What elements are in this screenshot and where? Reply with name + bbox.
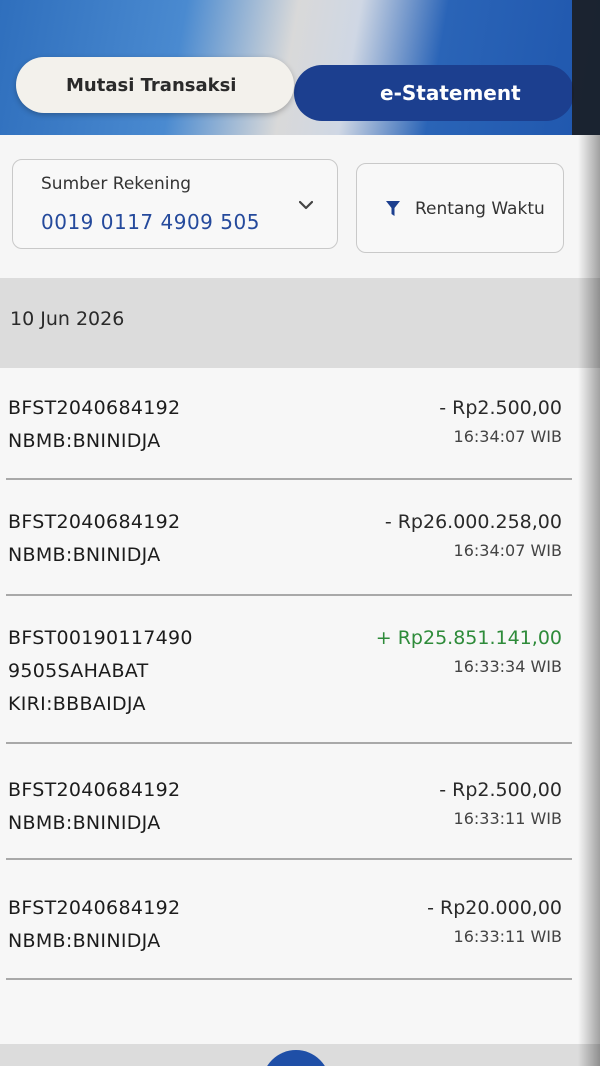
description-line: BFST00190117490: [8, 627, 193, 649]
description-line: KIRI:BBBAIDJA: [8, 693, 146, 715]
description-line: BFST2040684192: [8, 511, 181, 533]
transaction-time: 16:33:34 WIB: [453, 657, 562, 676]
transaction-amount: - Rp20.000,00: [427, 897, 562, 919]
tab-mutasi-transaksi-label: Mutasi Transaksi: [66, 74, 237, 96]
tab-e-statement-label: e-Statement: [380, 81, 521, 105]
description-line: 9505SAHABAT: [8, 660, 149, 682]
header-banner: e-Statement Mutasi Transaksi: [0, 0, 600, 135]
transaction-time: 16:33:11 WIB: [453, 927, 562, 946]
divider: [6, 858, 572, 860]
date-group-label: 10 Jun 2026: [10, 308, 125, 330]
description-line: BFST2040684192: [8, 779, 181, 801]
divider: [6, 742, 572, 744]
description-line: BFST2040684192: [8, 397, 181, 419]
description-line: BFST2040684192: [8, 897, 181, 919]
description-line: NBMB:BNINIDJA: [8, 544, 161, 566]
transaction-time: 16:34:07 WIB: [453, 427, 562, 446]
divider: [6, 978, 572, 980]
transaction-description: BFST2040684192 NBMB:BNINIDJA: [8, 506, 180, 572]
transaction-description: BFST2040684192 NBMB:BNINIDJA: [8, 774, 180, 840]
filter-section: Sumber Rekening 0019 0117 4909 505 Renta…: [0, 135, 600, 278]
account-source-dropdown[interactable]: Sumber Rekening 0019 0117 4909 505: [12, 159, 338, 249]
account-number: 0019 0117 4909 505: [41, 210, 260, 234]
transaction-amount: - Rp2.500,00: [439, 779, 562, 801]
date-range-filter-button[interactable]: Rentang Waktu: [356, 163, 564, 253]
transaction-time: 16:33:11 WIB: [453, 809, 562, 828]
tab-bar: e-Statement Mutasi Transaksi: [14, 57, 574, 123]
transaction-description: BFST00190117490 9505SAHABAT KIRI:BBBAIDJ…: [8, 622, 193, 721]
transaction-amount: - Rp26.000.258,00: [384, 511, 562, 533]
transaction-amount: + Rp25.851.141,00: [375, 627, 562, 649]
account-source-label: Sumber Rekening: [41, 174, 192, 194]
date-group-header: 10 Jun 2026: [0, 278, 600, 368]
divider: [6, 478, 572, 480]
filter-funnel-icon: [386, 201, 400, 216]
transaction-amount: - Rp2.500,00: [439, 397, 562, 419]
tab-mutasi-transaksi[interactable]: Mutasi Transaksi: [16, 57, 294, 113]
transaction-description: BFST2040684192 NBMB:BNINIDJA: [8, 392, 180, 458]
divider: [6, 594, 572, 596]
chevron-down-icon: [299, 200, 313, 210]
date-range-label: Rentang Waktu: [415, 199, 545, 219]
description-line: NBMB:BNINIDJA: [8, 812, 161, 834]
transaction-time: 16:34:07 WIB: [453, 541, 562, 560]
transaction-list: BFST2040684192 NBMB:BNINIDJA - Rp2.500,0…: [0, 368, 600, 1044]
description-line: NBMB:BNINIDJA: [8, 430, 161, 452]
tab-e-statement[interactable]: e-Statement: [294, 65, 574, 121]
screen-edge-shadow: [578, 135, 600, 1066]
description-line: NBMB:BNINIDJA: [8, 930, 161, 952]
transaction-description: BFST2040684192 NBMB:BNINIDJA: [8, 892, 180, 958]
